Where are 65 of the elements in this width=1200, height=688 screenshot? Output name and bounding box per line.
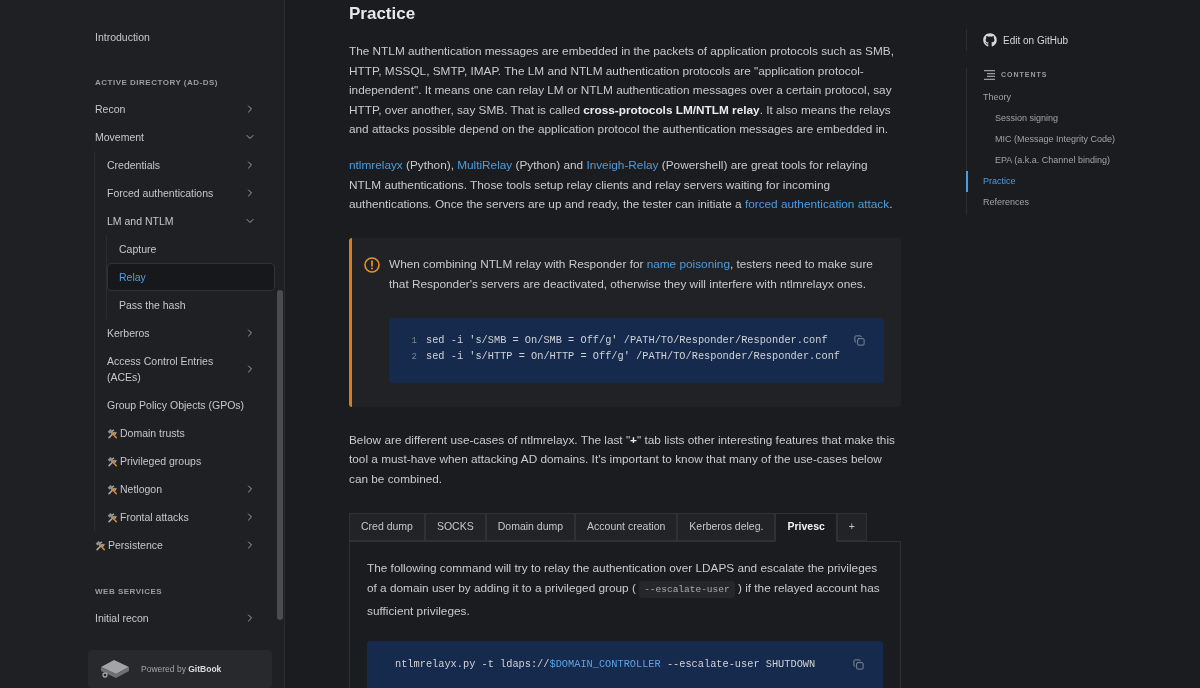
code-line: sed -i 's/SMB = On/SMB = Off/g' /PATH/TO/Responder/Responder.conf [426,333,828,348]
nav-item[interactable]: Introduction [83,22,275,51]
link[interactable]: name poisoning [646,257,730,271]
copy-button[interactable] [853,659,864,670]
powered-by-link[interactable]: Powered by GitBook [88,650,272,688]
link[interactable]: MultiRelay [457,158,513,172]
code-line: ntlmrelayx.py -t ldaps://$DOMAIN_CONTROLLER --escalate-user SHUTDOWN [395,657,816,672]
nav-item[interactable]: Frontal attacks [95,503,275,531]
paragraph: ntlmrelayx (Python), MultiRelay (Python) and Inveigh-Relay (Powershell) are great tools for relaying NTLM authentications. Those tools setup relay clients and relay servers waiting for incoming authentications. Once the servers are up and ready, the tester can initiate a forced authentication attack. [349,157,894,213]
toc-link[interactable]: MIC (Message Integrity Code) [966,129,1200,150]
panel-text: The following command will try to relay the authentication over LDAPS and escalate the privileges of a domain user by adding it to a privileged group ( --escalate-user ) if the relayed account has sufficient privileges. [367,559,881,620]
nav-item[interactable]: Relay [107,263,275,291]
nav-item[interactable]: Initial recon [83,603,275,632]
edit-on-github-link[interactable]: Edit on GitHub [966,29,1200,51]
github-logo-icon [983,33,997,47]
toc-link[interactable]: Theory [966,87,1200,108]
nav-item[interactable]: Access Control Entries (ACEs) [95,347,275,391]
toc-link[interactable]: EPA (a.k.a. Channel binding) [966,150,1200,171]
nav-item[interactable]: Pass the hash [107,291,275,319]
tab[interactable]: Kerberos deleg. [677,512,776,541]
line-number: 1 [410,335,417,348]
tab[interactable]: Account creation [575,512,678,541]
tab[interactable]: Cred dump [349,512,425,541]
warning-icon [364,257,380,273]
tab[interactable]: Domain dump [485,512,576,541]
link[interactable]: Inveigh-Relay [586,158,659,172]
toc-link[interactable]: Session signing [966,108,1200,129]
inline-code: --escalate-user [639,581,735,598]
section-title: ACTIVE DIRECTORY (AD-DS) [94,77,219,89]
section-heading: Practice [349,3,417,25]
tab[interactable]: SOCKS [424,512,486,541]
hammer-wrench-icon [107,427,118,439]
section-title: WEB SERVICES [94,585,164,598]
tab[interactable]: Privesc [775,512,837,542]
nav-item[interactable]: Netlogon [95,475,275,503]
tab[interactable]: + [836,512,867,541]
book-logo-icon [100,658,130,680]
copy-icon [853,659,864,670]
paragraph: The NTLM authentication messages are embedded in the packets of application protocols such as SMB, HTTP, MSSQL, SMTP, IMAP. The LM and NTLM authentication protocols are "application protocol-independent". It means one can relay LM or NTLM authentication messages over a certain protocol, say HTTP, over another, say SMB. That is called cross-protocols LM/NTLM relay. It also means the relays and attacks possible depend on the application protocol the authentication messages are embedded in. [349,43,895,138]
nav-item[interactable]: Domain trusts [95,419,275,447]
toc-link[interactable]: References [966,192,1200,213]
nav-item[interactable]: LM and NTLM [95,207,275,235]
copy-button[interactable] [854,335,865,346]
hammer-wrench-icon [107,511,118,523]
nav-item[interactable]: Privileged groups [95,447,275,475]
nav-item[interactable]: Recon [83,95,275,123]
nav-item[interactable]: Kerberos [95,319,275,347]
copy-icon [854,335,865,346]
hammer-wrench-icon [95,539,106,551]
nav-item[interactable]: Credentials [95,151,275,179]
paragraph: Below are different use-cases of ntlmrelayx. The last "+" tab lists other interesting features that make this tool a must-have when attacking AD domains. It's important to know that many of the use-cases below can be combined. [349,431,896,488]
line-number: 2 [410,351,417,364]
nav-item[interactable]: Persistence [83,531,275,559]
hammer-wrench-icon [107,483,118,495]
code-line: sed -i 's/HTTP = On/HTTP = Off/g' /PATH/TO/Responder/Responder.conf [426,349,840,364]
toc-link[interactable]: Practice [966,171,1200,192]
hint-text: When combining NTLM relay with Responder for name poisoning, testers need to make sure that Responder's servers are deactivated, otherwise they will interfere with ntlmrelayx ones. [389,256,874,293]
scrollbar-thumb[interactable] [277,290,283,620]
list-icon [984,70,995,80]
nav-item[interactable]: Capture [107,235,275,263]
nav-item[interactable]: Forced authentications [95,179,275,207]
nav-item[interactable]: Movement [83,123,275,151]
link[interactable]: ntlmrelayx [349,158,403,172]
nav-item[interactable]: Group Policy Objects (GPOs) [95,391,275,419]
hammer-wrench-icon [107,455,118,467]
